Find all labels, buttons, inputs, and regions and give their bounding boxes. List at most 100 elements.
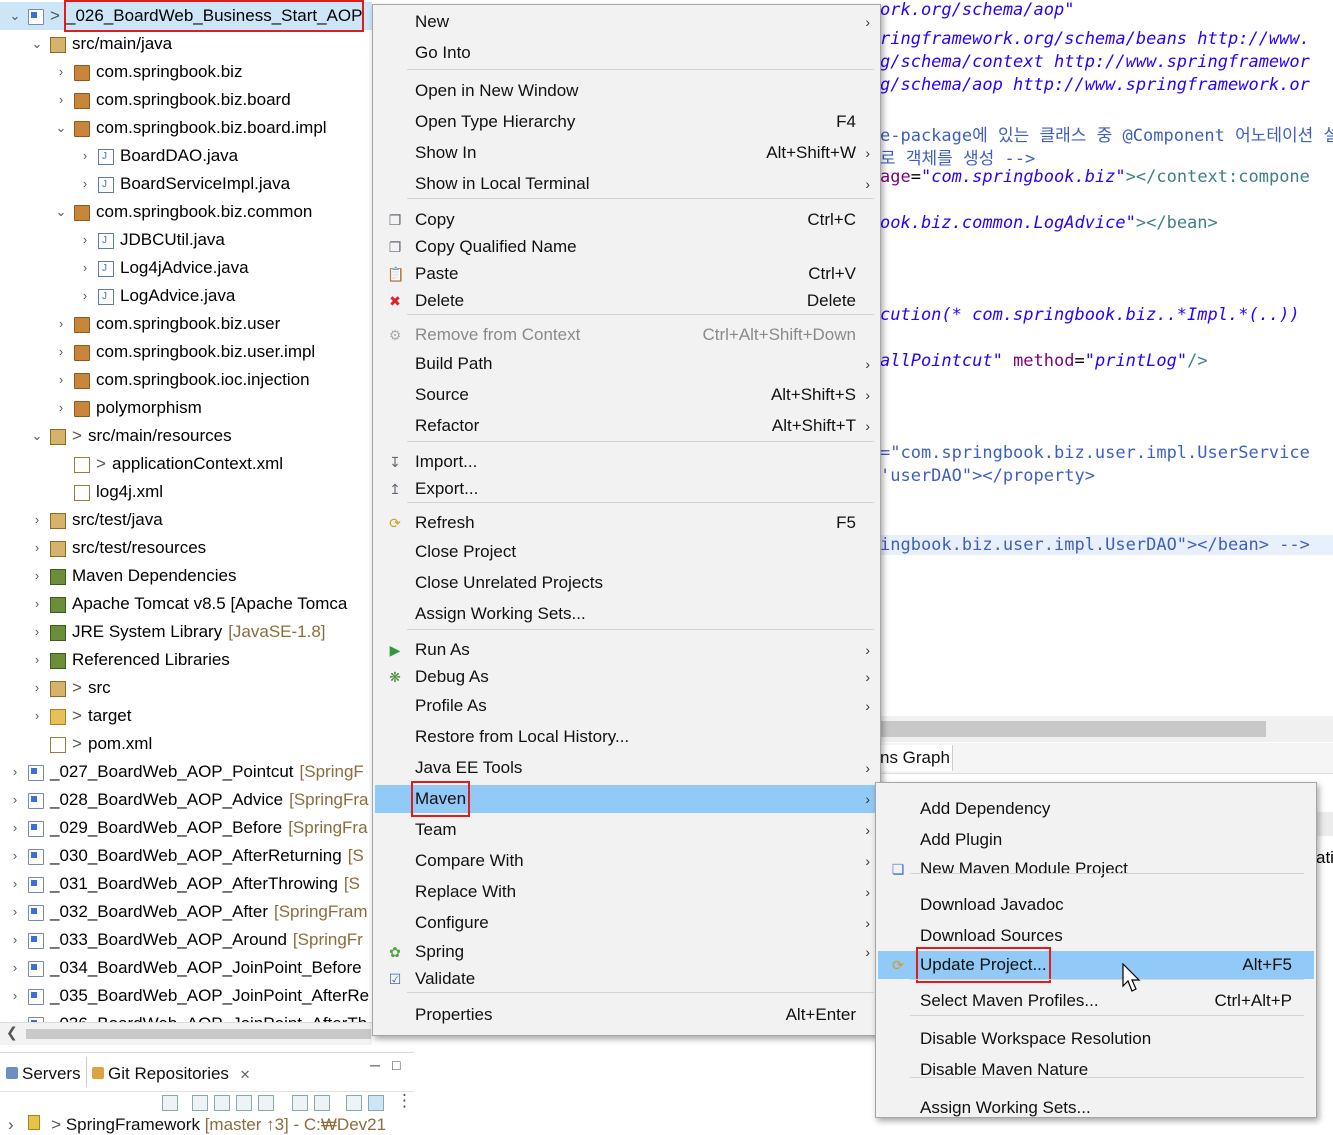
chevron-right-icon[interactable]: › — [8, 814, 22, 842]
chevron-down-icon[interactable]: ⌄ — [30, 422, 44, 450]
menu-item-team[interactable]: Team › — [375, 816, 878, 844]
submenu-item-disable-workspace-resolution[interactable]: Disable Workspace Resolution — [878, 1025, 1314, 1053]
menu-item-refresh[interactable]: ⟳ Refresh F5 — [375, 509, 878, 537]
menu-item-properties[interactable]: Properties Alt+Enter — [375, 1001, 878, 1029]
chevron-right-icon[interactable]: › — [78, 226, 92, 254]
chevron-right-icon[interactable]: › — [78, 170, 92, 198]
chevron-right-icon[interactable]: › — [54, 338, 68, 366]
submenu-item-select-maven-profiles[interactable]: Select Maven Profiles... Ctrl+Alt+P — [878, 987, 1314, 1015]
close-icon[interactable]: ✕ — [240, 1067, 251, 1082]
chevron-right-icon[interactable]: › — [8, 898, 22, 926]
menu-item-export[interactable]: ↥ Export... — [375, 475, 878, 503]
menu-item-spring[interactable]: ✿ Spring › — [375, 938, 878, 966]
menu-item-show-in-local-terminal[interactable]: Show in Local Terminal › — [375, 170, 878, 198]
tree-layout-icon[interactable] — [346, 1095, 362, 1111]
menu-item-copy-qualified-name[interactable]: ❐ Copy Qualified Name — [375, 233, 878, 261]
tab-git-repositories[interactable]: Git Repositories ✕ — [92, 1059, 251, 1089]
scroll-left-icon[interactable]: ❮ — [6, 1024, 18, 1041]
menu-item-replace-with[interactable]: Replace With › — [375, 878, 878, 906]
menu-item-go-into[interactable]: Go Into — [375, 39, 878, 67]
explorer-horizontal-scrollbar[interactable]: ❮ — [0, 1022, 372, 1045]
chevron-right-icon[interactable]: › — [8, 982, 22, 1010]
submenu-item-update-project[interactable]: ⟳ Update Project... Alt+F5 — [878, 947, 1314, 983]
chevron-right-icon[interactable]: › — [8, 786, 22, 814]
menu-item-remove-from-context[interactable]: ⚙ Remove from Context Ctrl+Alt+Shift+Down — [375, 321, 878, 349]
menu-item-copy[interactable]: ❐ Copy Ctrl+C — [375, 206, 878, 234]
chevron-right-icon[interactable]: › — [30, 590, 44, 618]
text-view-icon[interactable] — [368, 1095, 384, 1111]
tree-item[interactable]: ⌄ > _026_BoardWeb_Business_Start_AOP — [0, 0, 372, 32]
chevron-right-icon[interactable]: › — [8, 842, 22, 870]
submenu-item-download-javadoc[interactable]: Download Javadoc — [878, 891, 1314, 919]
chevron-right-icon[interactable]: › — [54, 86, 68, 114]
menu-item-new[interactable]: New › — [375, 8, 878, 36]
menu-item-debug-as[interactable]: ❋ Debug As › — [375, 663, 878, 691]
chevron-right-icon[interactable]: › — [54, 394, 68, 422]
menu-item-run-as[interactable]: ▶ Run As › — [375, 636, 878, 664]
menu-item-open-type-hierarchy[interactable]: Open Type Hierarchy F4 — [375, 108, 878, 136]
minimize-icon[interactable]: ─ — [370, 1057, 380, 1073]
chevron-right-icon[interactable]: › — [30, 646, 44, 674]
tab-servers[interactable]: Servers — [6, 1059, 81, 1089]
chevron-right-icon[interactable]: › — [30, 674, 44, 702]
chevron-right-icon[interactable]: › — [54, 310, 68, 338]
link-editor-icon[interactable] — [292, 1095, 308, 1111]
menu-item-java-ee-tools[interactable]: Java EE Tools › — [375, 754, 878, 782]
chevron-right-icon[interactable]: › — [78, 254, 92, 282]
chevron-right-icon[interactable]: › — [8, 926, 22, 954]
menu-item-source[interactable]: Source Alt+Shift+S › — [375, 381, 878, 409]
chevron-right-icon[interactable]: › — [30, 506, 44, 534]
menu-item-show-in[interactable]: Show In Alt+Shift+W › — [375, 139, 878, 167]
menu-item-close-unrelated-projects[interactable]: Close Unrelated Projects — [375, 569, 878, 597]
repo-row[interactable]: › > SpringFramework [master ↑3] - C:₩Dev… — [8, 1115, 386, 1135]
chevron-right-icon[interactable]: › — [8, 758, 22, 786]
submenu-item-add-plugin[interactable]: Add Plugin — [878, 826, 1314, 854]
submenu-item-disable-maven-nature[interactable]: Disable Maven Nature — [878, 1056, 1314, 1084]
menu-item-paste[interactable]: 📋 Paste Ctrl+V — [375, 260, 878, 288]
chevron-right-icon[interactable]: › — [8, 954, 22, 982]
menu-item-profile-as[interactable]: Profile As › — [375, 692, 878, 720]
create-repo-icon[interactable] — [236, 1095, 252, 1111]
chevron-right-icon[interactable]: › — [8, 1115, 14, 1134]
view-menu-icon[interactable]: ⋮ — [396, 1091, 413, 1111]
chevron-down-icon[interactable]: ⌄ — [54, 198, 68, 226]
refresh-icon[interactable] — [314, 1095, 330, 1111]
chevron-right-icon[interactable]: › — [54, 58, 68, 86]
menu-item-validate[interactable]: ☑ Validate — [375, 965, 878, 993]
chevron-right-icon[interactable]: › — [30, 702, 44, 730]
chevron-right-icon[interactable]: › — [8, 870, 22, 898]
import-icon[interactable] — [258, 1095, 274, 1111]
maximize-icon[interactable]: □ — [392, 1057, 400, 1073]
editor-horizontal-scrollbar[interactable] — [880, 716, 1333, 742]
chevron-right-icon[interactable]: › — [78, 282, 92, 310]
chevron-down-icon[interactable]: ⌄ — [8, 2, 22, 30]
menu-item-configure[interactable]: Configure › — [375, 909, 878, 937]
collapse-all-icon[interactable] — [162, 1095, 178, 1111]
menu-item-open-in-new-window[interactable]: Open in New Window — [375, 77, 878, 105]
add-repo-icon[interactable] — [192, 1095, 208, 1111]
chevron-down-icon[interactable]: ⌄ — [30, 30, 44, 58]
menu-item-maven[interactable]: Maven › — [375, 781, 878, 817]
chevron-right-icon[interactable]: › — [54, 366, 68, 394]
submenu-item-download-sources[interactable]: Download Sources — [878, 922, 1314, 950]
menu-item-delete[interactable]: ✖ Delete Delete — [375, 287, 878, 315]
menu-item-close-project[interactable]: Close Project — [375, 538, 878, 566]
chevron-right-icon[interactable]: › — [78, 142, 92, 170]
chevron-right-icon[interactable]: › — [30, 562, 44, 590]
chevron-right-icon[interactable]: › — [8, 1010, 22, 1022]
menu-item-compare-with[interactable]: Compare With › — [375, 847, 878, 875]
menu-item-build-path[interactable]: Build Path › — [375, 350, 878, 378]
menu-item-restore-from-local-history[interactable]: Restore from Local History... — [375, 723, 878, 751]
scrollbar-thumb[interactable] — [26, 1029, 371, 1039]
submenu-item-new-maven-module-project[interactable]: ❏ New Maven Module Project — [878, 855, 1314, 883]
menu-item-refactor[interactable]: Refactor Alt+Shift+T › — [375, 412, 878, 440]
chevron-right-icon[interactable]: › — [30, 618, 44, 646]
submenu-item-assign-working-sets[interactable]: Assign Working Sets... — [878, 1094, 1314, 1122]
chevron-right-icon[interactable]: › — [30, 534, 44, 562]
submenu-item-add-dependency[interactable]: Add Dependency — [878, 795, 1314, 823]
menu-item-import[interactable]: ↧ Import... — [375, 448, 878, 476]
clone-repo-icon[interactable] — [214, 1095, 230, 1111]
chevron-down-icon[interactable]: ⌄ — [54, 114, 68, 142]
scrollbar-thumb[interactable] — [880, 721, 1266, 737]
menu-item-assign-working-sets[interactable]: Assign Working Sets... — [375, 600, 878, 628]
